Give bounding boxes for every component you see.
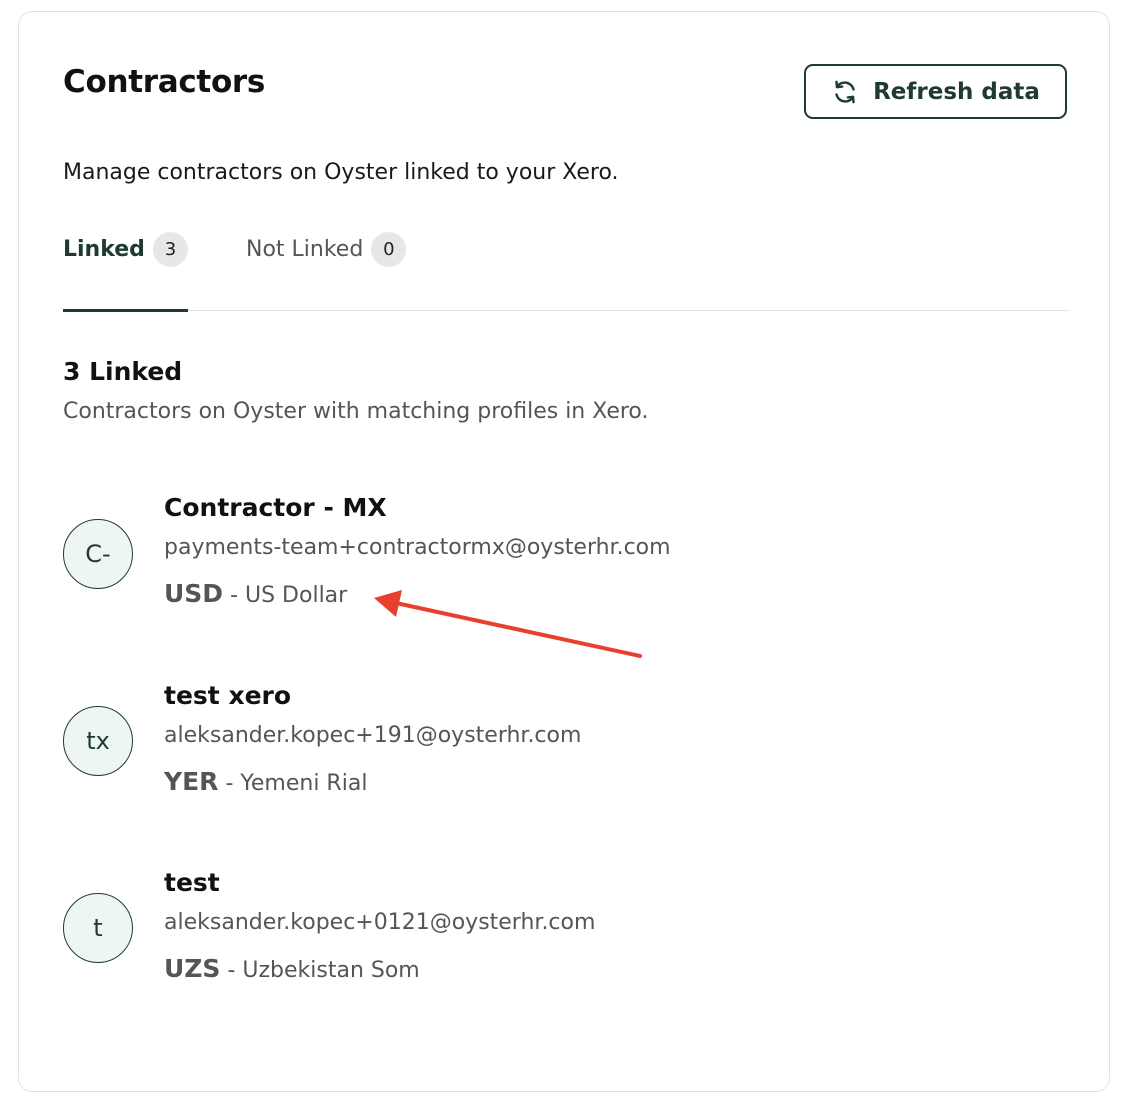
list-item[interactable]: C- Contractor - MX payments-team+contrac… xyxy=(63,493,1063,633)
tab-linked-label: Linked xyxy=(63,237,145,262)
currency-code: YER xyxy=(164,767,219,796)
list-item[interactable]: tx test xero aleksander.kopec+191@oyster… xyxy=(63,681,1063,821)
contractor-email: aleksander.kopec+191@oysterhr.com xyxy=(164,723,582,748)
tab-not-linked-label: Not Linked xyxy=(246,237,364,262)
tab-linked-count-badge: 3 xyxy=(152,232,188,267)
currency-name: - Yemeni Rial xyxy=(225,771,368,796)
currency-code: USD xyxy=(164,579,224,608)
contractor-name: test xyxy=(164,868,220,897)
contractor-email: payments-team+contractormx@oysterhr.com xyxy=(164,535,671,560)
page-subtitle: Manage contractors on Oyster linked to y… xyxy=(63,160,619,185)
currency-name: - Uzbekistan Som xyxy=(227,958,420,983)
section-description: Contractors on Oyster with matching prof… xyxy=(63,399,649,424)
section-title: 3 Linked xyxy=(63,357,183,386)
contractor-currency: YER - Yemeni Rial xyxy=(164,767,367,796)
currency-code: UZS xyxy=(164,954,221,983)
contractor-name: Contractor - MX xyxy=(164,493,387,522)
contractor-currency: USD - US Dollar xyxy=(164,579,347,608)
currency-name: - US Dollar xyxy=(230,583,348,608)
tab-bar: Linked 3 Not Linked 0 xyxy=(63,232,1069,312)
refresh-data-label: Refresh data xyxy=(873,78,1040,105)
refresh-icon xyxy=(831,78,859,106)
avatar: C- xyxy=(63,519,133,589)
contractor-email: aleksander.kopec+0121@oysterhr.com xyxy=(164,910,596,935)
avatar: tx xyxy=(63,706,133,776)
tab-linked[interactable]: Linked 3 xyxy=(63,232,188,312)
avatar: t xyxy=(63,893,133,963)
contractor-currency: UZS - Uzbekistan Som xyxy=(164,954,420,983)
page-title: Contractors xyxy=(63,64,266,100)
list-item[interactable]: t test aleksander.kopec+0121@oysterhr.co… xyxy=(63,868,1063,1008)
contractors-card: Contractors Refresh data Manage contract… xyxy=(18,11,1110,1092)
tab-not-linked-count-badge: 0 xyxy=(371,232,407,267)
refresh-data-button[interactable]: Refresh data xyxy=(804,64,1067,119)
tab-not-linked[interactable]: Not Linked 0 xyxy=(246,232,407,309)
contractor-name: test xero xyxy=(164,681,292,710)
